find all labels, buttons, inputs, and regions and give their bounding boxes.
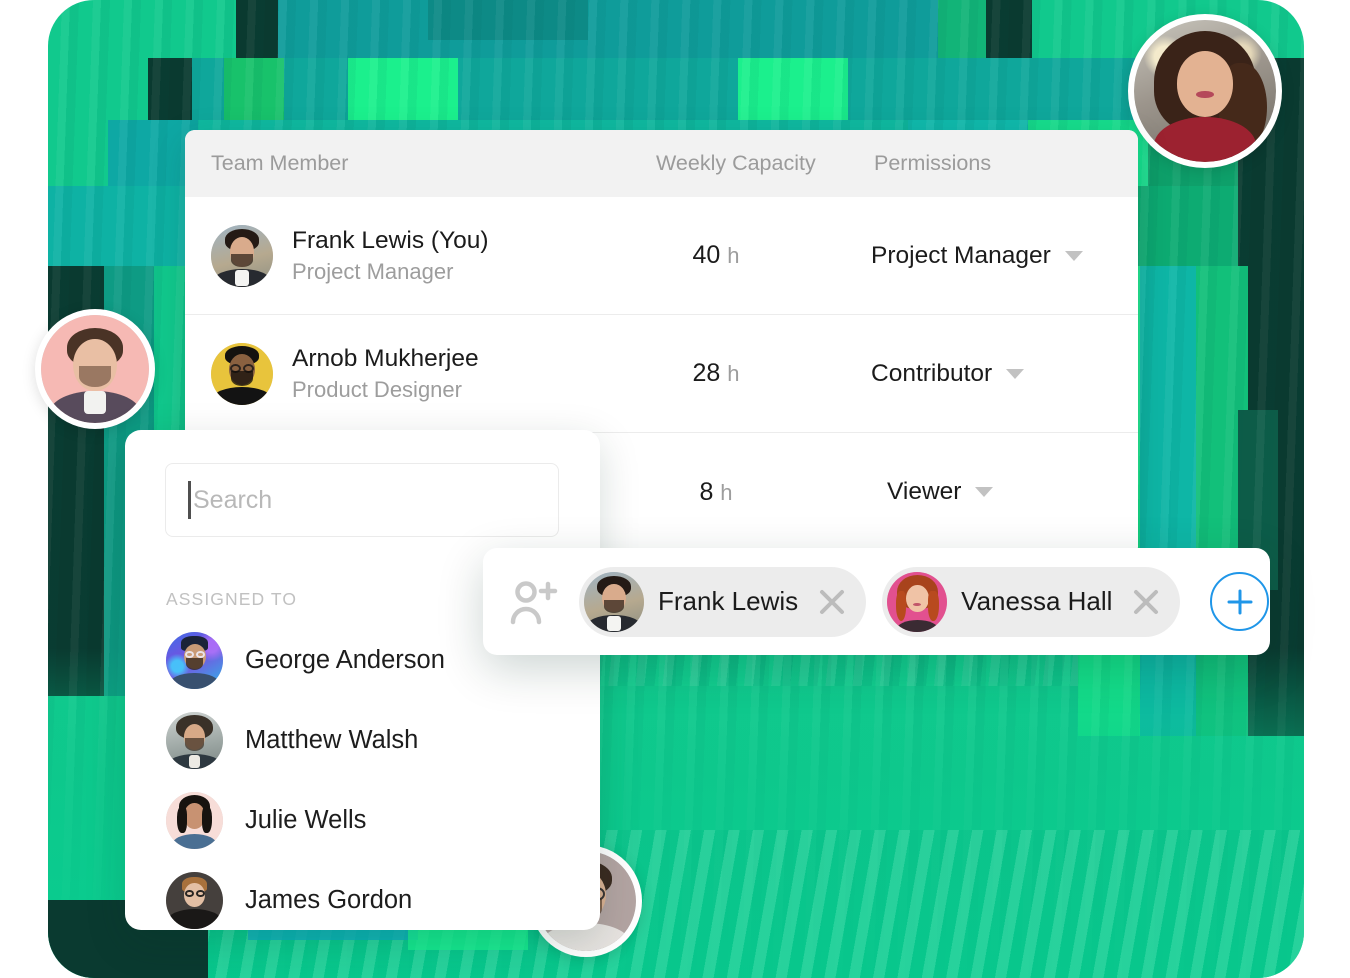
close-icon[interactable] <box>814 584 850 620</box>
screenshot-root: Team Member Weekly Capacity Permissions … <box>0 0 1350 978</box>
search-input[interactable]: Search <box>165 463 559 537</box>
table-row[interactable]: Frank Lewis (You) Project Manager 40 h P… <box>185 197 1138 315</box>
assign-to-panel: Search ASSIGNED TO George Anderson Matth… <box>125 430 600 930</box>
permission-value: Contributor <box>871 359 993 387</box>
permission-value: Viewer <box>887 478 962 505</box>
arnob-mukherjee-avatar <box>211 342 273 405</box>
chevron-down-icon <box>1064 250 1083 261</box>
vanessa-hall-avatar <box>887 571 948 632</box>
chip-label: Vanessa Hall <box>961 586 1113 616</box>
search-placeholder: Search <box>193 485 273 514</box>
assigned-to-label: ASSIGNED TO <box>166 589 298 609</box>
george-anderson-avatar <box>166 631 223 689</box>
assigned-people-list: George Anderson Matthew Walsh Julie Well… <box>125 620 600 930</box>
frank-lewis-avatar <box>584 571 644 632</box>
permission-value: Project Manager <box>871 241 1051 269</box>
member-name: Arnob Mukherjee <box>292 344 479 372</box>
close-icon[interactable] <box>1128 584 1164 620</box>
julie-wells-avatar <box>166 791 223 849</box>
table-cell-member: Frank Lewis (You) Project Manager <box>211 224 489 287</box>
column-header-weekly-capacity: Weekly Capacity <box>656 151 816 175</box>
capacity-unit: h <box>720 479 733 505</box>
chevron-down-icon <box>975 487 994 497</box>
text-cursor <box>188 481 191 519</box>
assignee-chip[interactable]: Frank Lewis <box>579 566 867 637</box>
chevron-down-icon <box>1006 368 1025 379</box>
permission-dropdown[interactable]: Viewer <box>887 478 994 506</box>
table-cell-capacity: 40 h <box>656 241 776 270</box>
assignee-chip[interactable]: Vanessa Hall <box>882 566 1181 637</box>
capacity-unit: h <box>727 243 740 268</box>
james-gordon-avatar <box>166 871 223 929</box>
chip-label: Frank Lewis <box>658 586 799 616</box>
list-item[interactable]: Julie Wells <box>125 780 600 860</box>
avatar-woman-red-top-icon <box>1134 20 1276 162</box>
table-cell-member: Arnob Mukherjee Product Designer <box>211 342 479 405</box>
permission-dropdown[interactable]: Contributor <box>871 359 1025 388</box>
frank-lewis-avatar <box>211 224 273 287</box>
matthew-walsh-avatar <box>166 711 223 769</box>
table-header-row: Team Member Weekly Capacity Permissions <box>185 130 1138 197</box>
person-name: Julie Wells <box>245 805 367 834</box>
member-role: Product Designer <box>292 376 462 402</box>
capacity-value: 40 <box>692 241 721 269</box>
add-assignee-button[interactable] <box>1210 572 1270 631</box>
capacity-value: 28 <box>692 359 721 387</box>
avatar-man-pink-bg-icon <box>41 315 149 423</box>
capacity-value: 8 <box>699 477 714 506</box>
person-name: James Gordon <box>245 885 413 914</box>
table-cell-capacity: 8 h <box>656 478 776 507</box>
permission-dropdown[interactable]: Project Manager <box>871 242 1083 270</box>
floating-avatar-left <box>35 309 155 429</box>
plus-icon <box>1227 589 1253 614</box>
member-name: Frank Lewis (You) <box>292 226 489 254</box>
person-name: George Anderson <box>245 645 445 674</box>
person-add-icon[interactable] <box>507 579 559 625</box>
column-header-team-member: Team Member <box>211 151 349 175</box>
list-item[interactable]: James Gordon <box>125 860 600 930</box>
column-header-permissions: Permissions <box>874 151 992 175</box>
member-role: Project Manager <box>292 258 454 284</box>
floating-avatar-top-right <box>1128 14 1282 168</box>
list-item[interactable]: Matthew Walsh <box>125 700 600 780</box>
person-name: Matthew Walsh <box>245 725 419 754</box>
capacity-unit: h <box>727 361 740 386</box>
assignee-chip-bar: Frank Lewis Vanessa Hall <box>483 548 1270 655</box>
table-row[interactable]: Arnob Mukherjee Product Designer 28 h Co… <box>185 315 1138 433</box>
table-cell-capacity: 28 h <box>656 359 776 388</box>
